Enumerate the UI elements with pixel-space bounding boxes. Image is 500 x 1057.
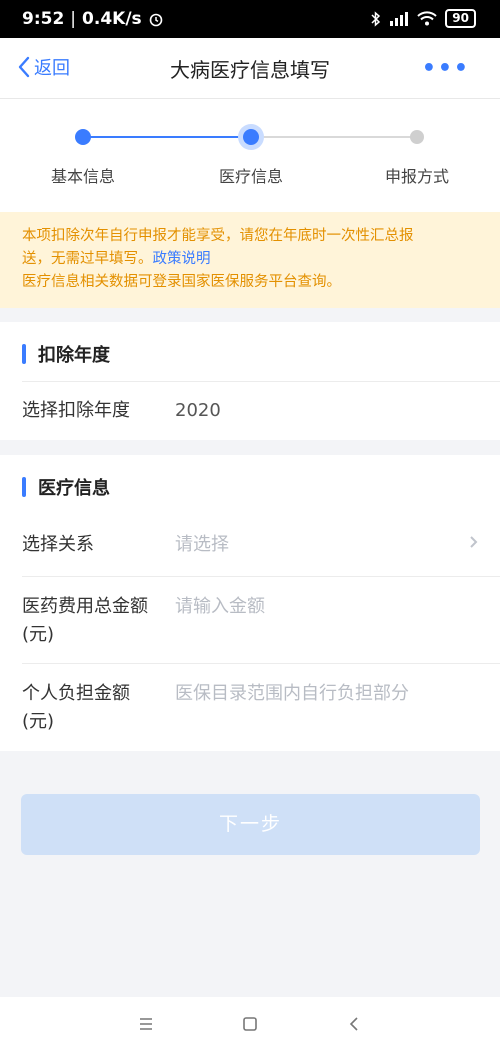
deduction-year-value: 2020 <box>175 400 221 421</box>
relation-select-row[interactable]: 选择关系 请选择 <box>22 515 500 575</box>
section-accent-bar <box>22 477 26 497</box>
section-accent-bar <box>22 344 26 364</box>
step-line-done <box>83 136 251 138</box>
more-menu-button[interactable]: ••• <box>422 56 470 81</box>
alarm-icon <box>149 13 162 27</box>
medical-info-title: 医疗信息 <box>38 478 110 499</box>
next-step-button[interactable]: 下一步 <box>21 794 480 855</box>
deduction-year-row[interactable]: 选择扣除年度 2020 <box>22 381 500 441</box>
status-left: 9:52 | 0.4K/s <box>22 9 164 29</box>
chevron-right-icon <box>469 533 478 554</box>
relation-label: 选择关系 <box>22 534 94 555</box>
step-indicator: 基本信息 医疗信息 申报方式 <box>0 99 500 212</box>
step-line-pending <box>251 136 417 138</box>
step-dot-current <box>243 129 259 145</box>
bluetooth-icon <box>371 10 381 27</box>
total-cost-input[interactable]: 请输入金额 <box>175 593 265 621</box>
step-label-basic-info: 基本信息 <box>50 167 115 186</box>
system-nav-bar <box>0 997 500 1057</box>
status-time: 9:52 <box>22 9 65 29</box>
signal-icon <box>390 11 409 26</box>
status-bar: 9:52 | 0.4K/s 90 <box>0 0 500 38</box>
status-right: 90 <box>371 9 476 28</box>
step-dot-pending <box>410 130 424 144</box>
notice-line-1: 本项扣除次年自行申报才能享受，请您在年底时一次性汇总报 <box>22 228 414 244</box>
medical-info-header: 医疗信息 <box>22 474 110 500</box>
total-cost-label: 医药费用总金额(元) <box>22 596 148 645</box>
home-icon[interactable] <box>242 1013 258 1037</box>
menu-icon[interactable] <box>138 1013 154 1037</box>
step-label-medical-info: 医疗信息 <box>218 167 283 186</box>
personal-cost-input[interactable]: 医保目录范围内自行负担部分 <box>175 680 409 708</box>
deduction-year-section: 扣除年度 选择扣除年度 2020 <box>0 322 500 440</box>
deduction-year-title: 扣除年度 <box>38 345 110 366</box>
deduction-year-header: 扣除年度 <box>22 341 110 367</box>
status-net-speed: 0.4K/s <box>82 9 142 29</box>
notice-line-3: 医疗信息相关数据可登录国家医保服务平台查询。 <box>22 274 341 290</box>
nav-bar: 返回 大病医疗信息填写 ••• <box>0 38 500 99</box>
deduction-year-label: 选择扣除年度 <box>22 400 130 421</box>
relation-placeholder: 请选择 <box>175 534 229 555</box>
back-nav-icon[interactable] <box>348 1013 360 1037</box>
personal-cost-label: 个人负担金额(元) <box>22 683 130 732</box>
step-dot-done <box>75 129 91 145</box>
personal-cost-row[interactable]: 个人负担金额(元) 医保目录范围内自行负担部分 <box>22 663 500 752</box>
total-cost-row[interactable]: 医药费用总金额(元) 请输入金额 <box>22 576 500 663</box>
battery-icon: 90 <box>445 9 476 28</box>
notice-banner: 本项扣除次年自行申报才能享受，请您在年底时一次性汇总报 送，无需过早填写。政策说… <box>0 212 500 308</box>
notice-line-2: 送，无需过早填写。政策说明 <box>22 248 482 271</box>
notice-line-2-text: 送，无需过早填写。 <box>22 251 153 267</box>
policy-link[interactable]: 政策说明 <box>153 251 211 267</box>
wifi-icon <box>417 11 437 26</box>
step-label-declare-method: 申报方式 <box>384 167 449 186</box>
medical-info-section: 医疗信息 选择关系 请选择 医药费用总金额(元) 请输入金额 个人负担金额(元)… <box>0 455 500 751</box>
